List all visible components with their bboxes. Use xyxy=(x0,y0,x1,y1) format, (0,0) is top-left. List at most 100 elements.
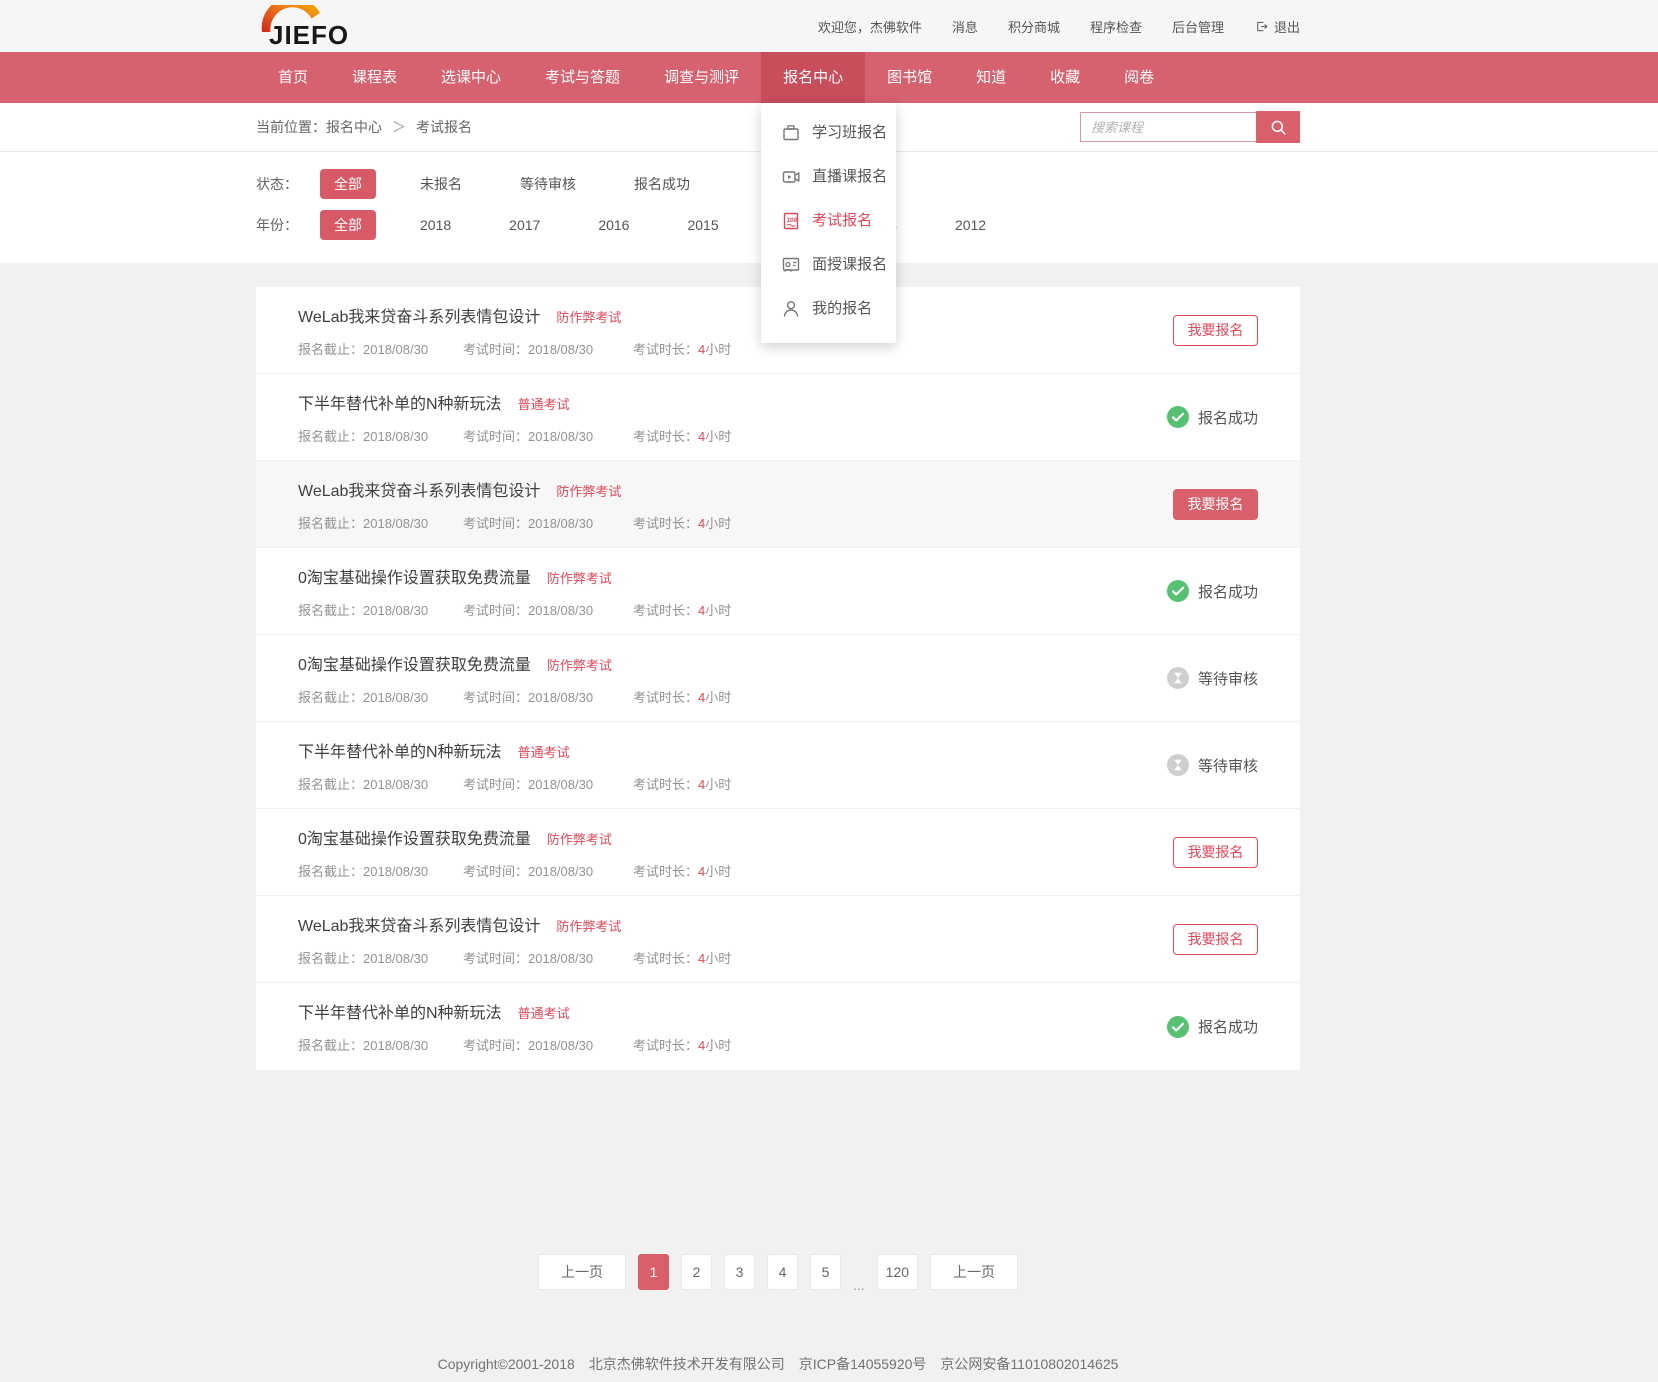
breadcrumb-section[interactable]: 报名中心 xyxy=(326,117,382,137)
search-icon xyxy=(1269,118,1288,137)
breadcrumb-label: 当前位置： xyxy=(256,117,326,137)
exam-type-tag: 防作弊考试 xyxy=(556,310,621,325)
success-check-icon xyxy=(1167,1016,1189,1038)
year-option-2018[interactable]: 2018 xyxy=(406,212,465,238)
pagination-ellipsis: ... xyxy=(853,1280,865,1290)
nav-item-survey[interactable]: 调查与测评 xyxy=(642,52,761,103)
page-button-5[interactable]: 5 xyxy=(810,1254,841,1290)
search-button[interactable] xyxy=(1256,111,1300,143)
svg-text:100: 100 xyxy=(787,217,798,224)
list-item: WeLab我来贷奋斗系列表情包设计防作弊考试 报名截止：2018/08/30 考… xyxy=(256,461,1300,548)
logout-icon xyxy=(1254,19,1269,34)
year-option-all[interactable]: 全部 xyxy=(320,210,376,240)
year-option-2016[interactable]: 2016 xyxy=(584,212,643,238)
status-option-success[interactable]: 报名成功 xyxy=(620,169,704,199)
course-meta: 报名截止：2018/08/30 考试时间：2018/08/30 考试时长：4小时 xyxy=(298,774,1068,793)
course-title: WeLab我来贷奋斗系列表情包设计 xyxy=(298,918,540,935)
nav-item-signup-center[interactable]: 报名中心 学习班报名 直播课报名 xyxy=(761,52,865,103)
status-option-not-signed[interactable]: 未报名 xyxy=(406,169,476,199)
status-filter-label: 状态： xyxy=(256,174,320,194)
course-meta: 报名截止：2018/08/30 考试时间：2018/08/30 考试时长：4小时 xyxy=(298,861,1068,880)
points-mall-link[interactable]: 积分商城 xyxy=(1008,17,1060,36)
dropdown-item-my-signups[interactable]: 我的报名 xyxy=(761,287,896,331)
exam-type-tag: 防作弊考试 xyxy=(556,484,621,499)
program-check-link[interactable]: 程序检查 xyxy=(1090,17,1142,36)
signup-dropdown-menu: 学习班报名 直播课报名 100 考试报名 xyxy=(761,103,896,343)
status-badge: 报名成功 xyxy=(1167,406,1258,428)
dropdown-item-label: 直播课报名 xyxy=(812,167,887,187)
page-button-2[interactable]: 2 xyxy=(681,1254,712,1290)
exam-type-tag: 防作弊考试 xyxy=(556,919,621,934)
page-button-3[interactable]: 3 xyxy=(724,1254,755,1290)
signup-button[interactable]: 我要报名 xyxy=(1173,924,1258,955)
success-check-icon xyxy=(1167,406,1189,428)
list-item: 0淘宝基础操作设置获取免费流量防作弊考试 报名截止：2018/08/30 考试时… xyxy=(256,635,1300,722)
dropdown-item-exam-signup[interactable]: 100 考试报名 xyxy=(761,199,896,243)
course-meta: 报名截止：2018/08/30 考试时间：2018/08/30 考试时长：4小时 xyxy=(298,513,1068,532)
signup-button[interactable]: 我要报名 xyxy=(1173,315,1258,346)
live-course-icon xyxy=(781,167,801,187)
copyright-text: Copyright©2001-2018 北京杰佛软件技术开发有限公司 京ICP备… xyxy=(438,1356,1119,1372)
logout-label: 退出 xyxy=(1274,17,1300,36)
course-meta: 报名截止：2018/08/30 考试时间：2018/08/30 考试时长：4小时 xyxy=(298,948,1068,967)
status-badge: 报名成功 xyxy=(1167,1016,1258,1038)
dropdown-item-label: 我的报名 xyxy=(812,299,872,319)
course-title: 0淘宝基础操作设置获取免费流量 xyxy=(298,657,531,674)
status-badge: 等待审核 xyxy=(1167,754,1258,776)
dropdown-item-classroom-course[interactable]: 面授课报名 xyxy=(761,243,896,287)
status-label: 报名成功 xyxy=(1198,581,1258,602)
logout-button[interactable]: 退出 xyxy=(1254,17,1300,36)
page-button-120[interactable]: 120 xyxy=(877,1254,918,1290)
list-item: 下半年替代补单的N种新玩法普通考试 报名截止：2018/08/30 考试时间：2… xyxy=(256,374,1300,461)
course-title: 0淘宝基础操作设置获取免费流量 xyxy=(298,570,531,587)
pending-hourglass-icon xyxy=(1167,667,1189,689)
status-option-all[interactable]: 全部 xyxy=(320,169,376,199)
course-meta: 报名截止：2018/08/30 考试时间：2018/08/30 考试时长：4小时 xyxy=(298,687,1068,706)
dropdown-item-live-course[interactable]: 直播课报名 xyxy=(761,155,896,199)
dropdown-item-label: 面授课报名 xyxy=(812,255,887,275)
status-label: 报名成功 xyxy=(1198,407,1258,428)
pending-hourglass-icon xyxy=(1167,754,1189,776)
nav-item-course-center[interactable]: 选课中心 xyxy=(419,52,523,103)
exam-signup-icon: 100 xyxy=(781,211,801,231)
nav-item-home[interactable]: 首页 xyxy=(256,52,330,103)
course-title: 0淘宝基础操作设置获取免费流量 xyxy=(298,831,531,848)
status-label: 等待审核 xyxy=(1198,668,1258,689)
prev-page-button[interactable]: 上一页 xyxy=(538,1254,626,1290)
dropdown-item-class-signup[interactable]: 学习班报名 xyxy=(761,111,896,155)
course-title: 下半年替代补单的N种新玩法 xyxy=(298,744,502,761)
admin-link[interactable]: 后台管理 xyxy=(1172,17,1224,36)
year-option-2015[interactable]: 2015 xyxy=(673,212,732,238)
signup-button[interactable]: 我要报名 xyxy=(1173,837,1258,868)
breadcrumb-current: 考试报名 xyxy=(416,117,472,137)
nav-item-favorites[interactable]: 收藏 xyxy=(1028,52,1102,103)
breadcrumb-separator: ＞ xyxy=(392,117,406,137)
nav-item-schedule[interactable]: 课程表 xyxy=(330,52,419,103)
page-button-4[interactable]: 4 xyxy=(767,1254,798,1290)
year-option-2017[interactable]: 2017 xyxy=(495,212,554,238)
nav-item-know[interactable]: 知道 xyxy=(954,52,1028,103)
nav-item-grading[interactable]: 阅卷 xyxy=(1102,52,1176,103)
status-option-pending[interactable]: 等待审核 xyxy=(506,169,590,199)
page-button-1[interactable]: 1 xyxy=(638,1254,669,1290)
list-item: WeLab我来贷奋斗系列表情包设计 防作弊考试 报名截止：2018/08/30 考… xyxy=(256,896,1300,983)
messages-link[interactable]: 消息 xyxy=(952,17,978,36)
signup-button[interactable]: 我要报名 xyxy=(1173,489,1258,520)
my-signup-icon xyxy=(781,299,801,319)
status-badge: 报名成功 xyxy=(1167,580,1258,602)
year-option-2012[interactable]: 2012 xyxy=(941,212,1000,238)
main-nav: 首页 课程表 选课中心 考试与答题 调查与测评 报名中心 学习班报名 xyxy=(0,52,1658,103)
nav-item-library[interactable]: 图书馆 xyxy=(865,52,954,103)
search-input[interactable] xyxy=(1080,112,1256,142)
exam-type-tag: 普通考试 xyxy=(518,1006,570,1021)
status-label: 等待审核 xyxy=(1198,755,1258,776)
next-page-button[interactable]: 上一页 xyxy=(930,1254,1018,1290)
nav-item-exams[interactable]: 考试与答题 xyxy=(523,52,642,103)
logo-swoosh-icon: JIEFO xyxy=(256,5,374,47)
exam-type-tag: 防作弊考试 xyxy=(547,832,612,847)
course-meta: 报名截止：2018/08/30 考试时间：2018/08/30 考试时长：4小时 xyxy=(298,426,1068,445)
course-meta: 报名截止：2018/08/30 考试时间：2018/08/30 考试时长：4小时 xyxy=(298,1035,1068,1054)
footer: Copyright©2001-2018 北京杰佛软件技术开发有限公司 京ICP备… xyxy=(256,1354,1300,1374)
course-title: WeLab我来贷奋斗系列表情包设计 xyxy=(298,309,540,326)
course-title: 下半年替代补单的N种新玩法 xyxy=(298,1005,502,1022)
